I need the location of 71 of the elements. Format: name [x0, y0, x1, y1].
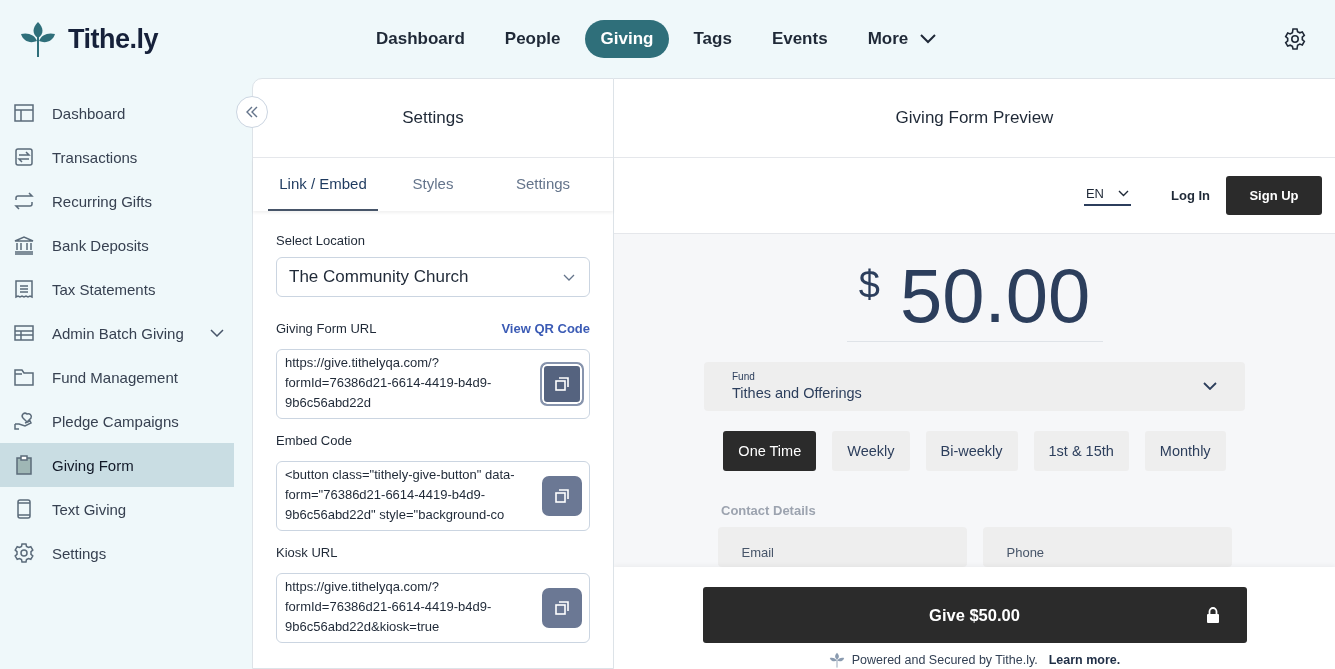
- brand-name: Tithe.ly: [68, 23, 159, 55]
- fund-select[interactable]: Fund Tithes and Offerings: [704, 361, 1245, 411]
- chevron-down-icon: [1118, 189, 1129, 197]
- amount-input[interactable]: 50.00: [900, 258, 1091, 334]
- sidebar-item[interactable]: Tax Statements: [0, 267, 234, 311]
- powered-by-text: Powered and Secured by Tithe.ly.: [851, 653, 1038, 667]
- sidebar-item[interactable]: Text Giving: [0, 487, 234, 531]
- learn-more-link[interactable]: Learn more.: [1048, 653, 1121, 667]
- chevron-down-icon: [920, 34, 937, 44]
- copy-button[interactable]: [542, 588, 582, 628]
- receipt-icon: [13, 278, 35, 300]
- folder-icon: [13, 366, 35, 388]
- copy-icon: [555, 377, 569, 391]
- leaf-logo-icon: [20, 20, 56, 58]
- field-label: Giving Form URL: [276, 321, 377, 336]
- log-in-button[interactable]: Log In: [1165, 187, 1216, 204]
- copy-icon: [555, 489, 569, 503]
- chevron-down-icon: [210, 329, 224, 337]
- settings-icon[interactable]: [1283, 27, 1307, 51]
- sign-up-button[interactable]: Sign Up: [1226, 176, 1322, 215]
- input-field[interactable]: Email: [717, 527, 967, 567]
- copy-button[interactable]: [540, 362, 584, 406]
- preview-title: Giving Form Preview: [614, 79, 1335, 158]
- sidebar-item[interactable]: Admin Batch Giving: [0, 311, 234, 355]
- chevron-down-icon: [563, 273, 575, 281]
- field-label: Embed Code: [276, 433, 352, 448]
- currency-symbol: $: [858, 264, 880, 307]
- input-field[interactable]: Phone: [982, 527, 1232, 567]
- double-chevron-left-icon: [245, 106, 259, 118]
- field-label: Kiosk URL: [276, 545, 338, 560]
- heart-hand-icon: [13, 410, 35, 432]
- settings-icon: [13, 542, 35, 564]
- give-button[interactable]: Give $50.00: [702, 587, 1247, 643]
- table-icon: [13, 322, 35, 344]
- sidebar-item[interactable]: Giving Form: [0, 443, 234, 487]
- language-select[interactable]: EN: [1083, 185, 1131, 206]
- nav-tab[interactable]: Events: [755, 20, 844, 58]
- section-heading: Contact Details: [721, 503, 816, 518]
- bank-icon: [13, 234, 35, 256]
- frequency-option[interactable]: Weekly: [832, 431, 910, 471]
- view-qr-code-link[interactable]: View QR Code: [501, 321, 590, 336]
- sidebar-item[interactable]: Fund Management: [0, 355, 234, 399]
- layout-icon: [13, 102, 35, 124]
- frequency-option[interactable]: Bi-weekly: [925, 431, 1018, 471]
- sidebar-item[interactable]: Dashboard: [0, 91, 234, 135]
- nav-tab[interactable]: Dashboard: [360, 20, 481, 58]
- nav-tab[interactable]: Tags: [677, 20, 748, 58]
- sidebar-item[interactable]: Transactions: [0, 135, 234, 179]
- tab[interactable]: Link / Embed: [268, 158, 378, 211]
- sidebar-item[interactable]: Bank Deposits: [0, 223, 234, 267]
- sidebar-item[interactable]: Recurring Gifts: [0, 179, 234, 223]
- sidebar-item[interactable]: Pledge Campaigns: [0, 399, 234, 443]
- location-select[interactable]: The Community Church: [276, 257, 590, 297]
- repeat-icon: [13, 190, 35, 212]
- nav-tab[interactable]: Giving: [584, 20, 670, 58]
- tab[interactable]: Styles: [378, 158, 488, 211]
- clipboard-icon: [13, 454, 35, 476]
- copy-button[interactable]: [542, 476, 582, 516]
- chevron-down-icon: [1203, 382, 1217, 391]
- frequency-option[interactable]: 1st & 15th: [1033, 431, 1129, 471]
- nav-tab[interactable]: People: [488, 20, 577, 58]
- field-label: Select Location: [276, 233, 366, 248]
- lock-icon: [1205, 607, 1220, 623]
- frequency-option[interactable]: Monthly: [1144, 431, 1226, 471]
- frequency-option[interactable]: One Time: [723, 431, 817, 471]
- sidebar-item[interactable]: Settings: [0, 531, 234, 575]
- tab[interactable]: Settings: [488, 158, 598, 211]
- nav-tab[interactable]: More: [851, 20, 953, 58]
- panel-title: Settings: [253, 79, 613, 158]
- arrows-icon: [13, 146, 35, 168]
- copy-icon: [555, 601, 569, 615]
